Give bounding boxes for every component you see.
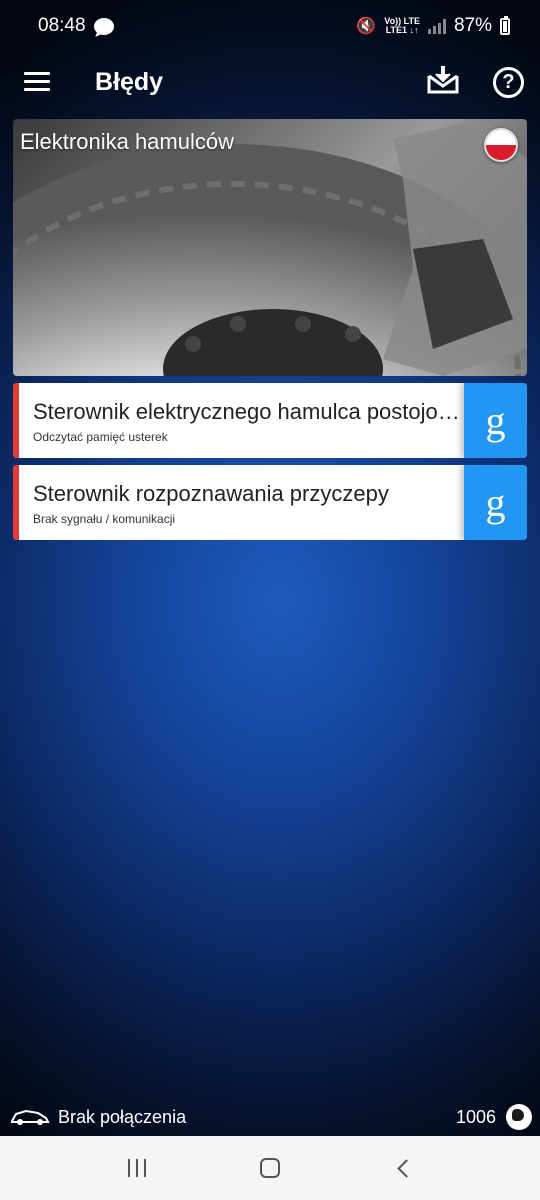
menu-icon[interactable] — [24, 72, 50, 92]
banner-title: Elektronika hamulców — [20, 129, 234, 154]
mute-icon: 🔇 — [356, 18, 377, 35]
signal-icon — [427, 18, 446, 34]
system-nav-bar — [0, 1136, 540, 1200]
help-icon[interactable]: ? — [493, 67, 524, 98]
page-title: Błędy — [95, 68, 164, 96]
chat-notification-icon — [93, 17, 114, 35]
module-status: Brak sygnału / komunikacji — [33, 512, 176, 526]
car-icon — [11, 1109, 50, 1125]
globe-icon — [506, 1104, 532, 1130]
network-indicator: Vo)) LTE LTE1 ↓↑ — [384, 17, 420, 35]
poland-flag-icon[interactable] — [484, 128, 518, 162]
home-button[interactable] — [250, 1148, 290, 1188]
app-bar: Błędy ? — [0, 52, 540, 114]
status-bar: 08:48 🔇 Vo)) LTE LTE1 ↓↑ 87% — [0, 0, 540, 52]
connection-status-bar: Brak połączenia 1006 — [0, 1098, 540, 1136]
battery-icon — [500, 15, 510, 35]
download-tray-icon[interactable] — [426, 64, 460, 96]
list-item-module[interactable]: Sterownik rozpoznawania przyczepy Brak s… — [13, 465, 527, 540]
error-indicator — [13, 465, 19, 540]
network-bottom: LTE1 ↓↑ — [385, 25, 419, 35]
module-status: Odczytać pamięć usterek — [33, 430, 168, 444]
credit-counter[interactable]: 1006 — [456, 1104, 532, 1130]
google-search-button[interactable]: g — [464, 383, 527, 458]
count-value: 1006 — [455, 1106, 496, 1127]
connection-status[interactable]: Brak połączenia — [10, 1107, 186, 1128]
brake-disc-image — [13, 119, 527, 376]
status-time: 08:48 — [38, 15, 86, 36]
battery-level: 87% — [453, 15, 492, 36]
category-banner: Elektronika hamulców — [13, 119, 527, 376]
error-indicator — [13, 383, 19, 458]
module-name: Sterownik elektrycznego hamulca postojow… — [33, 399, 461, 424]
module-name: Sterownik rozpoznawania przyczepy — [33, 481, 389, 506]
back-button[interactable] — [383, 1148, 423, 1188]
list-item-module[interactable]: Sterownik elektrycznego hamulca postojow… — [13, 383, 527, 458]
recents-button[interactable] — [117, 1148, 157, 1188]
google-search-button[interactable]: g — [464, 465, 527, 540]
connection-label: Brak połączenia — [58, 1106, 187, 1127]
